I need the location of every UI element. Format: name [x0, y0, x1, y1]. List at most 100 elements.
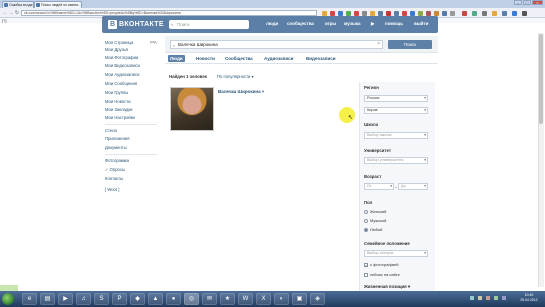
menu-my-audio[interactable]: Мои Аудиозаписи [105, 72, 139, 77]
country-value: Россия [367, 96, 380, 100]
app-icon[interactable]: W [238, 293, 253, 305]
tab-people[interactable]: Люди [168, 55, 185, 62]
extension-icon[interactable] [462, 11, 467, 16]
app-icon[interactable]: ● [166, 293, 181, 305]
header-search-input[interactable]: ⌕ Поиск [169, 20, 249, 29]
app-icon[interactable]: X [256, 293, 271, 305]
start-button[interactable] [2, 293, 14, 305]
tab-audio[interactable]: Аудиозаписи [262, 55, 295, 62]
extension-icon[interactable] [442, 11, 447, 16]
extension-icon[interactable] [502, 11, 507, 16]
tab-news[interactable]: Новости [194, 55, 217, 62]
menu-edit-link[interactable]: ред. [150, 40, 157, 44]
university-select[interactable]: Выбор университета ▾ [364, 157, 428, 164]
result-name-link[interactable]: Валечка Широкина ▾ [218, 89, 264, 95]
volume-icon[interactable] [478, 296, 482, 300]
wrench-menu-icon[interactable] [522, 11, 527, 16]
tray-app-icon[interactable] [502, 296, 506, 300]
city-select[interactable]: Киров ▾ [364, 107, 428, 114]
sex-any-radio[interactable]: Любой [364, 227, 382, 232]
sort-dropdown[interactable]: По популярности ▾ [217, 74, 254, 79]
nav-logout[interactable]: выйти [414, 21, 428, 26]
menu-my-bookmarks[interactable]: Мои Закладки [105, 107, 133, 112]
sex-female-radio[interactable]: Женский [364, 209, 386, 214]
music-icon[interactable]: ♫ [76, 293, 91, 305]
age-from-select[interactable]: От ▾ [364, 183, 394, 190]
menu-my-videos[interactable]: Мои Видеозаписи [105, 63, 140, 68]
skype-icon[interactable]: S [94, 293, 109, 305]
window-controls: – □ × [514, 0, 543, 6]
menu-contacts[interactable]: Контакты [105, 176, 123, 181]
minimize-button[interactable]: – [514, 0, 522, 5]
close-window-button[interactable]: × [532, 0, 543, 5]
people-search-input[interactable]: ⌕ Валечка Широкина × [170, 40, 383, 49]
menu-apps[interactable]: Приложения [105, 136, 130, 141]
menu-my-groups[interactable]: Мои Группы [105, 90, 128, 95]
menu-documents[interactable]: Документы [105, 145, 127, 150]
menu-woot-link[interactable]: [ Woot ] [105, 187, 119, 192]
age-to-select[interactable]: До ▾ [398, 183, 428, 190]
tray-app-icon[interactable] [494, 296, 498, 300]
filter-region-heading: Регион [364, 85, 379, 90]
tab-video[interactable]: Видеозаписи [304, 55, 338, 62]
tray-app-icon[interactable] [486, 296, 490, 300]
ie-icon[interactable]: e [22, 293, 37, 305]
country-select[interactable]: Россия ▾ [364, 95, 428, 102]
with-photo-checkbox[interactable]: ✓ с фотографией [364, 262, 398, 267]
tab-login-error[interactable]: Ошибка входа [2, 1, 34, 8]
app-icon[interactable]: ★ [220, 293, 235, 305]
extension-icon[interactable] [472, 11, 477, 16]
profile-photo[interactable] [170, 87, 214, 131]
chrome-icon[interactable]: ◎ [184, 293, 199, 305]
menu-my-news[interactable]: Мои Новости [105, 99, 131, 104]
maximize-button[interactable]: □ [523, 0, 531, 5]
network-icon[interactable] [470, 296, 474, 300]
app-icon[interactable]: ✉ [202, 293, 217, 305]
extension-icon[interactable] [482, 11, 487, 16]
system-tray [470, 294, 515, 304]
menu-photogram[interactable]: Фотограмма [105, 158, 129, 163]
menu-wall[interactable]: Стена [105, 128, 117, 133]
menu-my-page[interactable]: Моя Страница [105, 40, 133, 45]
clock-date: 25.04.2012 [520, 298, 538, 302]
app-icon[interactable]: ▲ [148, 293, 163, 305]
radio-icon [364, 209, 368, 214]
scrollbar-thumb[interactable] [539, 34, 543, 124]
vk-logo[interactable]: В ВКОНТАКТЕ [108, 20, 164, 29]
taskbar-clock[interactable]: 10:49 25.04.2012 [515, 293, 543, 303]
sex-male-radio[interactable]: Мужской [364, 218, 386, 223]
menu-my-photos[interactable]: Мои Фотографии [105, 55, 138, 60]
app-icon[interactable]: ◆ [130, 293, 145, 305]
nav-people[interactable]: люди [266, 21, 278, 26]
filter-school-heading: Школа [364, 122, 379, 127]
folder-icon[interactable]: ▤ [40, 293, 55, 305]
photoshop-icon[interactable]: P [112, 293, 127, 305]
tab-people-search[interactable]: Поиск людей по имени... [34, 1, 82, 8]
filter-life-position-heading[interactable]: Жизненная позиция ▾ [364, 284, 410, 290]
menu-my-friends[interactable]: Мои Друзья [105, 47, 128, 52]
clear-search-icon[interactable]: × [377, 41, 380, 48]
school-select[interactable]: Выбор школы ▾ [364, 132, 428, 139]
nav-communities[interactable]: сообщества [287, 21, 314, 26]
play-icon[interactable]: ▶ [371, 21, 374, 27]
marital-status-select[interactable]: Выбор статуса ▾ [364, 250, 428, 257]
nav-music[interactable]: музыка [344, 21, 361, 26]
tab-communities[interactable]: Сообщества [223, 55, 255, 62]
app-icon[interactable]: ◐ [274, 293, 289, 305]
extension-icon[interactable] [492, 11, 497, 16]
nav-games[interactable]: игры [325, 21, 336, 26]
reload-icon[interactable]: ↻ [14, 10, 20, 16]
online-now-checkbox[interactable]: сейчас на сайте [364, 272, 400, 277]
search-button[interactable]: Поиск [388, 40, 432, 49]
app-icon[interactable]: ▣ [292, 293, 307, 305]
chevron-down-icon: ▾ [424, 251, 426, 255]
age-to-value: До [401, 184, 406, 188]
menu-polls[interactable]: ✓ Опросы [105, 167, 125, 172]
extension-icon[interactable] [512, 11, 517, 16]
menu-my-settings[interactable]: Мои Настройки [105, 115, 135, 120]
menu-my-messages[interactable]: Мои Сообщения [105, 81, 137, 86]
app-icon[interactable]: ◈ [310, 293, 325, 305]
media-player-icon[interactable]: ▶ [58, 293, 73, 305]
extension-icon[interactable] [450, 11, 455, 16]
nav-help[interactable]: помощь [385, 21, 403, 26]
